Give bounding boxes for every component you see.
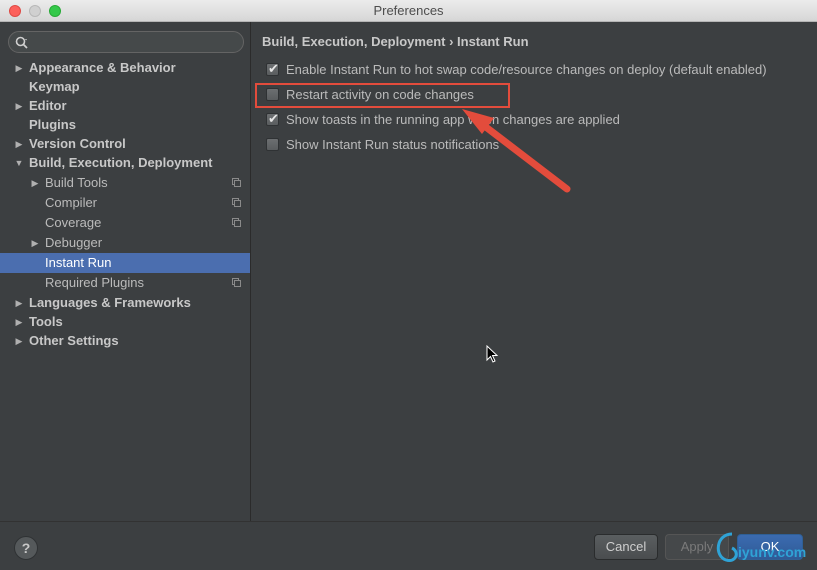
project-settings-icon (232, 218, 241, 227)
sidebar-item[interactable]: ▶ Languages & Frameworks (0, 293, 250, 313)
option-label: Show Instant Run status notifications (286, 137, 500, 152)
collapsed-arrow-icon[interactable]: ▶ (14, 293, 24, 313)
watermark-logo: iyunv.com (712, 524, 812, 568)
option-checkbox[interactable]: ✔ (266, 111, 279, 126)
sidebar-item-label: Languages & Frameworks (29, 295, 191, 310)
annotation-highlight-box (255, 83, 510, 108)
option-checkbox[interactable]: ✔ (266, 61, 279, 76)
sidebar-item[interactable]: Instant Run (0, 253, 250, 273)
collapsed-arrow-icon[interactable]: ▶ (14, 134, 24, 154)
checkmark-icon: ✔ (268, 111, 279, 126)
sidebar-item-label: Compiler (45, 195, 98, 210)
sidebar-item[interactable]: ▶ Build Tools (0, 173, 250, 193)
sidebar-item-label: Build, Execution, Deployment (29, 155, 213, 170)
sidebar-item-label: Build Tools (45, 175, 108, 190)
breadcrumb: Build, Execution, Deployment › Instant R… (262, 34, 529, 49)
sidebar-item-label: Tools (29, 314, 63, 329)
collapsed-arrow-icon[interactable]: ▶ (14, 331, 24, 351)
collapsed-arrow-icon[interactable]: ▶ (14, 312, 24, 332)
sidebar-item[interactable]: ▶ Editor (0, 96, 250, 116)
project-settings-icon (232, 278, 241, 287)
sidebar-item-label: Other Settings (29, 333, 119, 348)
option-label: Enable Instant Run to hot swap code/reso… (286, 62, 767, 77)
option-label: Show toasts in the running app when chan… (286, 112, 620, 127)
mouse-cursor-icon (486, 345, 499, 363)
collapsed-arrow-icon[interactable]: ▶ (14, 96, 24, 116)
collapsed-arrow-icon[interactable]: ▶ (30, 233, 40, 253)
sidebar-item[interactable]: Compiler (0, 193, 250, 213)
sidebar-item-label: Keymap (29, 79, 80, 94)
sidebar-item-label: Debugger (45, 235, 103, 250)
collapsed-arrow-icon[interactable]: ▶ (30, 173, 40, 193)
help-button[interactable]: ? (14, 536, 38, 560)
sidebar-item[interactable]: ▶ Appearance & Behavior (0, 58, 250, 78)
sidebar-item-label: Appearance & Behavior (29, 60, 176, 75)
dialog-footer: ? Cancel Apply OK (0, 521, 817, 570)
search-icon (15, 36, 29, 53)
checkmark-icon: ✔ (268, 61, 279, 76)
option-checkbox[interactable] (266, 138, 279, 151)
sidebar-item[interactable]: ▼ Build, Execution, Deployment (0, 153, 250, 173)
sidebar-item-label: Editor (29, 98, 67, 113)
sidebar-item-label: Instant Run (45, 255, 112, 270)
settings-sidebar: ▶ Appearance & Behavior Keymap ▶ Editor Plugi… (0, 22, 251, 521)
watermark-text: iyunv.com (738, 544, 807, 560)
collapsed-arrow-icon[interactable]: ▶ (14, 58, 24, 78)
sidebar-item[interactable]: Plugins (0, 115, 250, 135)
sidebar-item-label: Plugins (29, 117, 76, 132)
expanded-arrow-icon[interactable]: ▼ (14, 153, 24, 173)
sidebar-item-label: Version Control (29, 136, 126, 151)
search-input[interactable] (8, 31, 244, 53)
sidebar-item[interactable]: ▶ Tools (0, 312, 250, 332)
sidebar-item[interactable]: ▶ Version Control (0, 134, 250, 154)
sidebar-item-label: Coverage (45, 215, 102, 230)
cancel-button[interactable]: Cancel (594, 534, 658, 560)
sidebar-item[interactable]: Required Plugins (0, 273, 250, 293)
window-title: Preferences (373, 3, 444, 18)
sidebar-item[interactable]: ▶ Other Settings (0, 331, 250, 351)
sidebar-item-label: Required Plugins (45, 275, 145, 290)
title-bar: Preferences (0, 0, 817, 22)
sidebar-item[interactable]: Coverage (0, 213, 250, 233)
sidebar-item[interactable]: Keymap (0, 77, 250, 97)
project-settings-icon (232, 178, 241, 187)
project-settings-icon (232, 198, 241, 207)
sidebar-item[interactable]: ▶ Debugger (0, 233, 250, 253)
